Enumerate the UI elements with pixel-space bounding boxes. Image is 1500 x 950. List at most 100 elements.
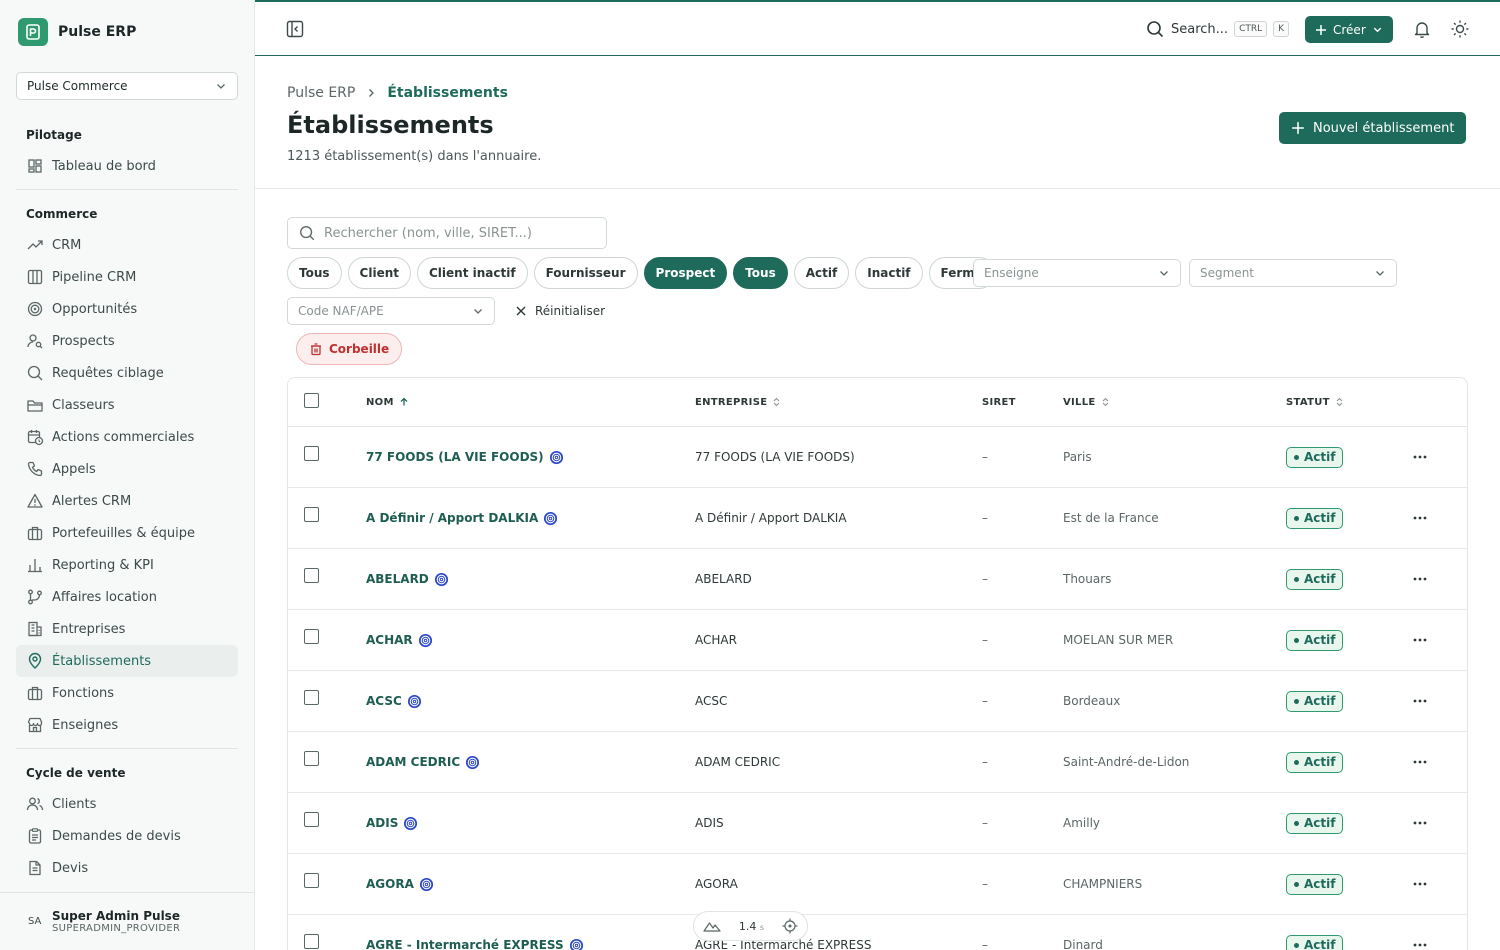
search-input[interactable] [324, 225, 584, 241]
etablissement-name-link[interactable]: ACHAR [366, 633, 413, 647]
etablissement-name-link[interactable]: AGRE - Intermarché EXPRESS [366, 938, 564, 950]
brand-name: Pulse ERP [58, 24, 137, 40]
row-actions-button[interactable] [1412, 732, 1428, 792]
user-menu[interactable]: SA Super Admin Pulse SUPERADMIN_PROVIDER [0, 892, 254, 950]
row-actions-button[interactable] [1412, 793, 1428, 853]
prospect-target-icon [407, 694, 421, 708]
sidebar-item-actions-commerciales[interactable]: Actions commerciales [16, 421, 238, 453]
filter-chip[interactable]: Inactif [855, 257, 923, 289]
sidebar-item-prospects[interactable]: Prospects [16, 325, 238, 357]
row-actions-button[interactable] [1412, 671, 1428, 731]
breadcrumb-root[interactable]: Pulse ERP [287, 85, 355, 101]
ville-value: Amilly [1063, 816, 1101, 830]
filter-chip[interactable]: Prospect [643, 257, 728, 289]
sidebar-item-etablissements[interactable]: Établissements [16, 645, 238, 677]
table-row[interactable]: 77 FOODS (LA VIE FOODS) 77 FOODS (LA VIE … [288, 427, 1467, 488]
more-horizontal-icon [1413, 760, 1427, 764]
brand[interactable]: Pulse ERP [18, 18, 136, 46]
row-checkbox[interactable] [304, 690, 319, 705]
column-header-statut[interactable]: STATUT [1286, 378, 1344, 426]
filter-chip[interactable]: Tous [287, 257, 342, 289]
cell-nom: ACSC [366, 671, 422, 731]
row-actions-button[interactable] [1412, 610, 1428, 670]
filter-chip[interactable]: Client inactif [416, 257, 528, 289]
row-checkbox[interactable] [304, 446, 319, 461]
sidebar-item-fonctions[interactable]: Fonctions [16, 677, 238, 709]
row-actions-button[interactable] [1412, 854, 1428, 914]
theme-toggle-button[interactable] [1450, 19, 1470, 43]
new-etablissement-button[interactable]: Nouvel établissement [1279, 112, 1467, 144]
column-header-nom[interactable]: NOM [366, 378, 409, 426]
sidebar-item-crm[interactable]: CRM [16, 229, 238, 261]
sidebar-item-entreprises[interactable]: Entreprises [16, 613, 238, 645]
etablissement-name-link[interactable]: ABELARD [366, 572, 429, 586]
org-select[interactable]: Pulse Commerce [16, 72, 238, 100]
sidebar-collapse-button[interactable] [285, 19, 305, 39]
row-checkbox[interactable] [304, 751, 319, 766]
row-checkbox[interactable] [304, 629, 319, 644]
etablissement-name-link[interactable]: ADAM CEDRIC [366, 755, 460, 769]
row-checkbox[interactable] [304, 568, 319, 583]
sidebar-item-alertes-crm[interactable]: Alertes CRM [16, 485, 238, 517]
table-row[interactable]: AGRE - Intermarché EXPRESS AGRE - Interma… [288, 915, 1467, 950]
enseigne-select[interactable]: Enseigne [973, 259, 1181, 287]
sidebar-item-reporting-kpi[interactable]: Reporting & KPI [16, 549, 238, 581]
sidebar-item-pipeline-crm[interactable]: Pipeline CRM [16, 261, 238, 293]
trash-button[interactable]: Corbeille [296, 333, 403, 365]
create-button[interactable]: Créer [1305, 16, 1393, 43]
sidebar-item-enseignes[interactable]: Enseignes [16, 709, 238, 741]
filter-chip[interactable]: Tous [733, 257, 788, 289]
sidebar-item-classeurs[interactable]: Classeurs [16, 389, 238, 421]
sort-icon [1102, 397, 1108, 407]
column-header-entreprise[interactable]: ENTREPRISE [695, 378, 781, 426]
etablissement-name-link[interactable]: ADIS [366, 816, 398, 830]
sidebar-item-requetes-ciblage[interactable]: Requêtes ciblage [16, 357, 238, 389]
sidebar-item-opportunites[interactable]: Opportunités [16, 293, 238, 325]
sidebar-item-demandes-de-devis[interactable]: Demandes de devis [16, 820, 238, 852]
etablissement-name-link[interactable]: A Définir / Apport DALKIA [366, 511, 538, 525]
sidebar-item-portefeuilles-equipe[interactable]: Portefeuilles & équipe [16, 517, 238, 549]
ville-value: Paris [1063, 450, 1092, 464]
row-actions-button[interactable] [1412, 549, 1428, 609]
row-checkbox[interactable] [304, 812, 319, 827]
row-actions-button[interactable] [1412, 915, 1428, 950]
table-row[interactable]: ADIS ADIS – Amilly Actif [288, 793, 1467, 854]
filter-chip[interactable]: Client [347, 257, 411, 289]
sidebar-item-clients[interactable]: Clients [16, 788, 238, 820]
table-row[interactable]: AGORA AGORA – CHAMPNIERS Actif [288, 854, 1467, 915]
table-row[interactable]: ACHAR ACHAR – MOELAN SUR MER Actif [288, 610, 1467, 671]
sidebar-item-affaires-location[interactable]: Affaires location [16, 581, 238, 613]
reset-filters-button[interactable]: Réinitialiser [515, 300, 605, 322]
table-row[interactable]: A Définir / Apport DALKIA A Définir / App… [288, 488, 1467, 549]
sidebar-item-tableau-de-bord[interactable]: Tableau de bord [16, 150, 238, 182]
row-actions-button[interactable] [1412, 427, 1428, 487]
etablissement-name-link[interactable]: 77 FOODS (LA VIE FOODS) [366, 450, 544, 464]
segment-placeholder: Segment [1200, 266, 1254, 280]
naf-select[interactable]: Code NAF/APE [287, 297, 495, 325]
sidebar-item-appels[interactable]: Appels [16, 453, 238, 485]
segment-select[interactable]: Segment [1189, 259, 1397, 287]
row-checkbox[interactable] [304, 507, 319, 522]
etablissement-name-link[interactable]: ACSC [366, 694, 402, 708]
ville-value: MOELAN SUR MER [1063, 633, 1174, 647]
select-all-checkbox[interactable] [304, 393, 319, 408]
column-header-ville[interactable]: VILLE [1063, 378, 1110, 426]
table-row[interactable]: ADAM CEDRIC ADAM CEDRIC – Saint-André-de-Li… [288, 732, 1467, 793]
page-header: Pulse ERP Établissements Établissements … [255, 56, 1500, 189]
entreprise-value: 77 FOODS (LA VIE FOODS) [695, 450, 855, 464]
filter-chip[interactable]: Fournisseur [533, 257, 638, 289]
notifications-button[interactable] [1412, 19, 1432, 43]
filter-chip[interactable]: Actif [793, 257, 850, 289]
table-row[interactable]: ACSC ACSC – Bordeaux Actif [288, 671, 1467, 732]
chevron-down-icon [217, 84, 225, 89]
etablissement-name-link[interactable]: AGORA [366, 877, 414, 891]
table-row[interactable]: ABELARD ABELARD – Thouars Actif [288, 549, 1467, 610]
perf-indicator[interactable]: 1.4 s [693, 911, 808, 941]
cell-siret: – [982, 732, 988, 792]
row-checkbox[interactable] [304, 873, 319, 888]
row-checkbox[interactable] [304, 934, 319, 949]
row-actions-button[interactable] [1412, 488, 1428, 548]
prospect-target-icon [434, 572, 448, 586]
global-search-button[interactable]: Search... CTRL K [1145, 17, 1290, 41]
sidebar-item-devis[interactable]: Devis [16, 852, 238, 884]
